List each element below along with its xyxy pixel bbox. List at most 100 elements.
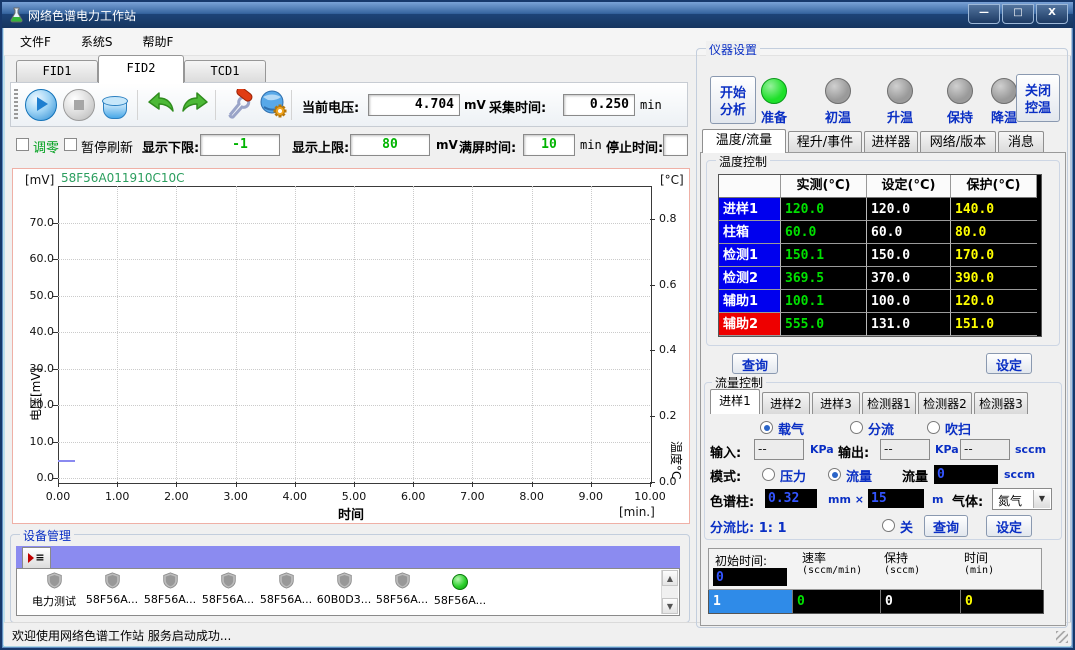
- gas-select[interactable]: 氮气 ▼: [992, 488, 1052, 510]
- xlab: 9.00: [569, 490, 613, 503]
- temp-protect: 390.0: [951, 267, 1037, 290]
- scroll-down-icon[interactable]: ▼: [662, 598, 678, 614]
- undo-arrow-button[interactable]: [145, 89, 177, 121]
- gas-label: 气体:: [952, 491, 983, 510]
- carrier-radio-分流[interactable]: [850, 421, 863, 434]
- menu-item[interactable]: 帮助F: [143, 33, 174, 50]
- menu-item[interactable]: 文件F: [20, 33, 51, 50]
- minimize-button[interactable]: —: [968, 4, 1000, 24]
- chart-title: 58F56A011910C10C: [61, 171, 185, 185]
- flow-set-button[interactable]: 设定: [986, 515, 1032, 537]
- voltage-unit: mV: [464, 98, 486, 112]
- tab-程升/事件[interactable]: 程升/事件: [788, 131, 862, 153]
- scroll-up-icon[interactable]: ▲: [662, 570, 678, 586]
- device-label: 电力测试: [25, 593, 83, 609]
- device-item[interactable]: 电力测试: [25, 572, 83, 615]
- signal-tab-TCD1[interactable]: TCD1: [184, 60, 266, 82]
- tab-进样器[interactable]: 进样器: [864, 131, 918, 153]
- device-item[interactable]: 58F56A...: [257, 572, 315, 615]
- device-item[interactable]: 60B0D3...: [315, 572, 373, 615]
- undo-arrow-icon: [146, 106, 176, 121]
- resize-grip[interactable]: [1056, 631, 1068, 643]
- indicator-label-初温: 初温: [814, 107, 862, 126]
- signal-tab-FID1[interactable]: FID1: [16, 60, 98, 82]
- ylab2: 0.4: [659, 343, 691, 356]
- ramp-time-cell[interactable]: 0: [961, 590, 1041, 613]
- device-item[interactable]: 58F56A...: [431, 572, 489, 615]
- ylab: 0.0: [14, 471, 54, 484]
- tab-网络/版本[interactable]: 网络/版本: [920, 131, 996, 153]
- stop-time-label: 停止时间:: [606, 137, 663, 156]
- pause-refresh-label: 暂停刷新: [81, 137, 133, 156]
- tab-温度/流量[interactable]: 温度/流量: [702, 129, 786, 153]
- temp-protect: 140.0: [951, 198, 1037, 221]
- tickmark: [650, 285, 655, 286]
- flow-tab-进样3[interactable]: 进样3: [812, 392, 860, 414]
- tools-button[interactable]: [223, 89, 255, 121]
- split-off-label: 关: [900, 517, 913, 536]
- grid-h: [58, 223, 650, 224]
- zero-checkbox[interactable]: [16, 138, 29, 151]
- mode-radio-压力[interactable]: [762, 468, 775, 481]
- aux-flow-field[interactable]: --: [960, 439, 1010, 460]
- lower-limit-input[interactable]: -1: [200, 134, 280, 156]
- device-connect-button[interactable]: ≡: [22, 547, 51, 569]
- title-bar: 网络色谱电力工作站 — □ X: [2, 2, 1073, 28]
- temp-query-button[interactable]: 查询: [732, 353, 778, 374]
- indicator-初温: [825, 78, 851, 104]
- device-item[interactable]: 58F56A...: [83, 572, 141, 615]
- temp-set-button[interactable]: 设定: [986, 353, 1032, 374]
- upper-limit-input[interactable]: 80: [350, 134, 430, 156]
- signal-tab-FID2[interactable]: FID2: [98, 55, 184, 83]
- column-length-field[interactable]: 15: [868, 489, 924, 508]
- close-button[interactable]: X: [1036, 4, 1068, 24]
- flow-setpoint-field[interactable]: 0: [934, 465, 998, 484]
- clear-icon: [103, 100, 127, 119]
- flow-tab-检测器2[interactable]: 检测器2: [918, 392, 972, 414]
- close-temp-control-button[interactable]: 关闭 控温: [1016, 74, 1060, 122]
- clear-button[interactable]: [99, 89, 131, 121]
- flow-query-button[interactable]: 查询: [924, 515, 968, 537]
- device-item[interactable]: 58F56A...: [199, 572, 257, 615]
- split-off-radio[interactable]: [882, 519, 895, 532]
- stop-time-input[interactable]: [663, 134, 688, 156]
- grid-v: [413, 186, 414, 482]
- carrier-radio-载气[interactable]: [760, 421, 773, 434]
- device-item[interactable]: 58F56A...: [373, 572, 431, 615]
- input-pressure-field[interactable]: --: [754, 439, 804, 460]
- grid-h: [58, 442, 650, 443]
- initial-time-field[interactable]: 0: [713, 568, 787, 586]
- carrier-radio-吹扫[interactable]: [927, 421, 940, 434]
- network-settings-button[interactable]: [257, 89, 289, 121]
- device-list-scrollbar[interactable]: ▲ ▼: [661, 570, 678, 614]
- device-icon: [46, 578, 63, 592]
- xlab: 2.00: [154, 490, 198, 503]
- pause-refresh-checkbox[interactable]: [64, 138, 77, 151]
- tab-消息[interactable]: 消息: [998, 131, 1044, 153]
- start-button[interactable]: [25, 89, 57, 121]
- flow-tab-进样2[interactable]: 进样2: [762, 392, 810, 414]
- ramp-step-index[interactable]: 1: [709, 590, 793, 613]
- maximize-button[interactable]: □: [1002, 4, 1034, 24]
- device-item[interactable]: 58F56A...: [141, 572, 199, 615]
- fullscreen-time-input[interactable]: 10: [523, 134, 575, 156]
- chevron-down-icon[interactable]: ▼: [1033, 490, 1050, 508]
- redo-arrow-button[interactable]: [179, 89, 211, 121]
- menu-item[interactable]: 系统S: [81, 33, 113, 50]
- tickmark: [413, 482, 414, 487]
- ramp-rate-cell[interactable]: 0: [793, 590, 881, 613]
- split-ratio-label: 分流比: 1: 1: [710, 517, 787, 536]
- temp-row-name: 检测2: [719, 267, 781, 290]
- flow-tab-检测器1[interactable]: 检测器1: [862, 392, 916, 414]
- ramp-col-保持: 保持(sccm): [884, 552, 920, 576]
- output-pressure-field[interactable]: --: [880, 439, 930, 460]
- column-diameter-field[interactable]: 0.32: [765, 489, 817, 508]
- ylab: 70.0: [14, 216, 54, 229]
- ylab: 40.0: [14, 325, 54, 338]
- ramp-hold-cell[interactable]: 0: [881, 590, 961, 613]
- flow-tab-进样1[interactable]: 进样1: [710, 389, 760, 414]
- stop-button[interactable]: [63, 89, 95, 121]
- mode-radio-流量[interactable]: [828, 468, 841, 481]
- toolbar-separator: [291, 90, 292, 120]
- flow-tab-检测器3[interactable]: 检测器3: [974, 392, 1028, 414]
